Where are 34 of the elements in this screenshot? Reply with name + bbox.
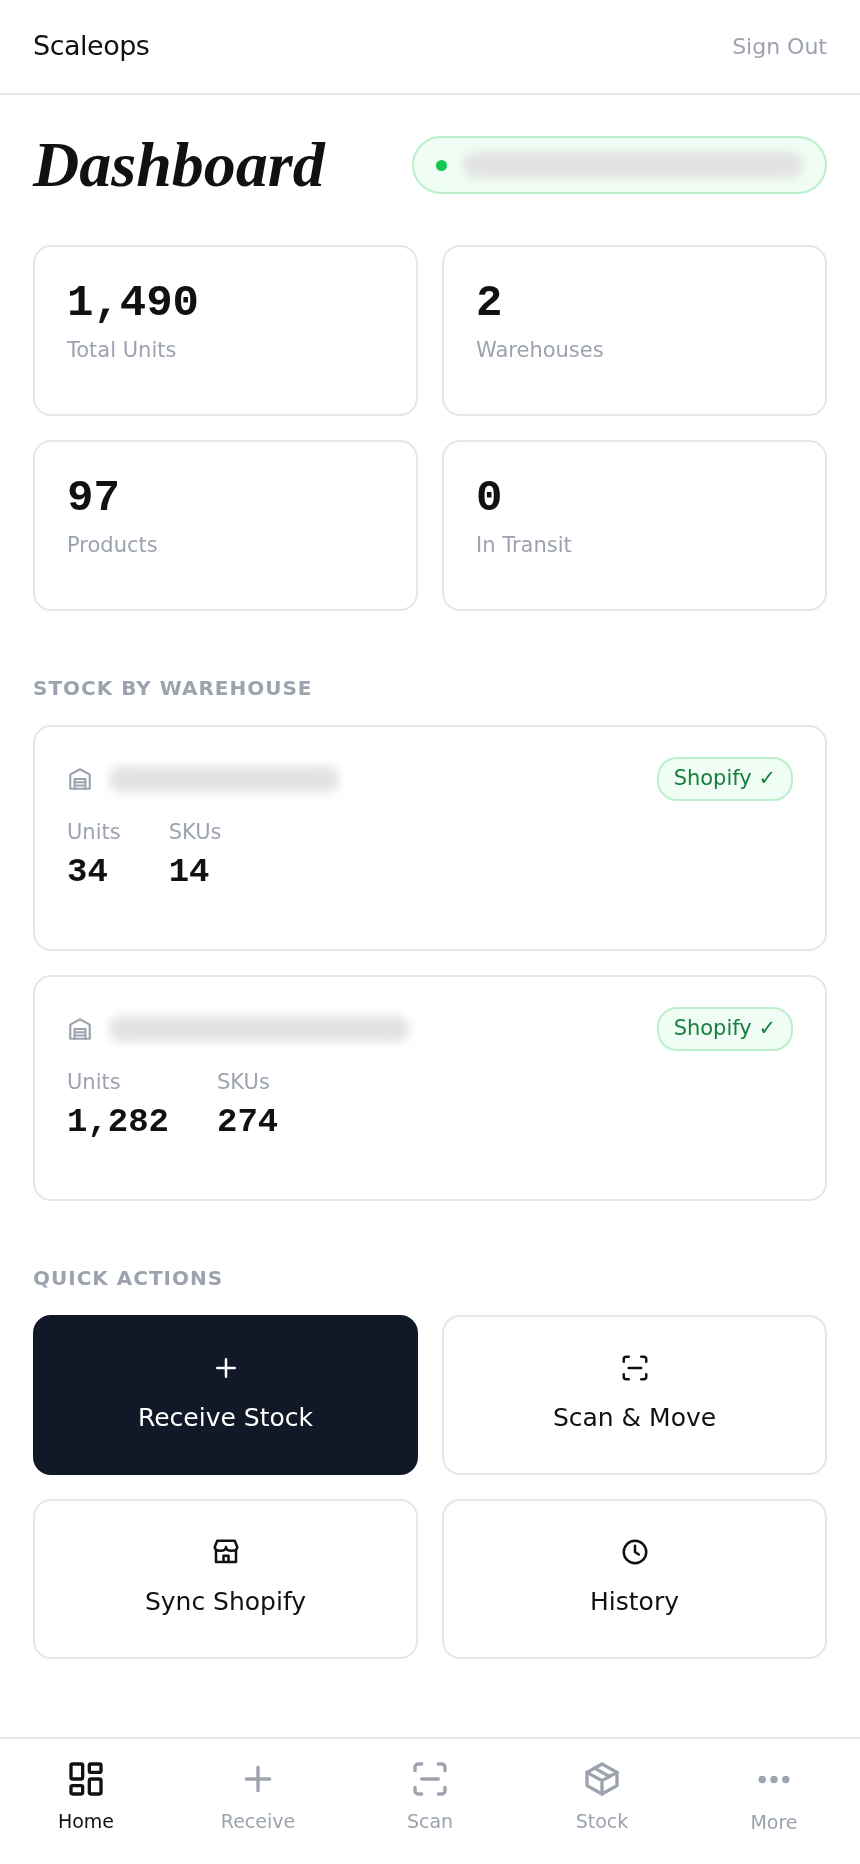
status-dot (436, 159, 447, 171)
sync-status-badge: Shopify ✓ (656, 1007, 793, 1051)
quick-action-button[interactable]: History (442, 1499, 827, 1659)
section-title: STOCK BY WAREHOUSE (33, 675, 314, 702)
stat-label: Warehouses (476, 337, 605, 365)
quick-action-button[interactable]: Scan & Move (442, 1315, 827, 1475)
skus-value: 274 (217, 1102, 279, 1143)
quick-action-button[interactable]: Sync Shopify (33, 1499, 418, 1659)
skus-label: SKUs (168, 818, 222, 846)
units-value: 34 (67, 852, 109, 893)
brand-name: Scaleops (33, 29, 150, 64)
stat-value: 97 (67, 474, 121, 523)
box-icon (582, 1759, 622, 1799)
skus-label: SKUs (217, 1068, 271, 1096)
grid-icon (66, 1759, 106, 1799)
stat-value: 2 (476, 279, 504, 328)
more-icon (758, 1774, 790, 1785)
warehouse-icon (67, 1015, 93, 1042)
stat-label: Products (67, 532, 159, 560)
stat-label: Total Units (67, 337, 178, 365)
section-title: QUICK ACTIONS (33, 1265, 225, 1292)
stat-value: 1,490 (67, 279, 201, 328)
page-title: Dashboard (33, 133, 325, 197)
stat-label: In Transit (476, 532, 573, 560)
nav-tab[interactable]: Home (0, 1739, 172, 1864)
skus-value: 14 (168, 852, 211, 893)
quick-action-button[interactable]: Receive Stock (33, 1315, 418, 1475)
scan-icon (410, 1759, 450, 1799)
stat-value: 0 (476, 474, 504, 523)
warehouse-icon (67, 765, 93, 792)
units-label: Units (67, 1068, 122, 1096)
units-label: Units (67, 818, 121, 846)
sync-status-badge: Shopify ✓ (656, 757, 793, 801)
units-value: 1,282 (67, 1102, 170, 1143)
